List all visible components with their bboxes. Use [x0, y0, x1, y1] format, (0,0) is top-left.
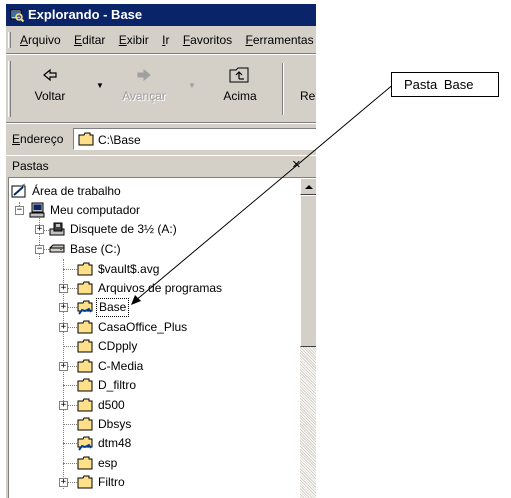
callout-label: Pasta Base	[391, 72, 499, 97]
